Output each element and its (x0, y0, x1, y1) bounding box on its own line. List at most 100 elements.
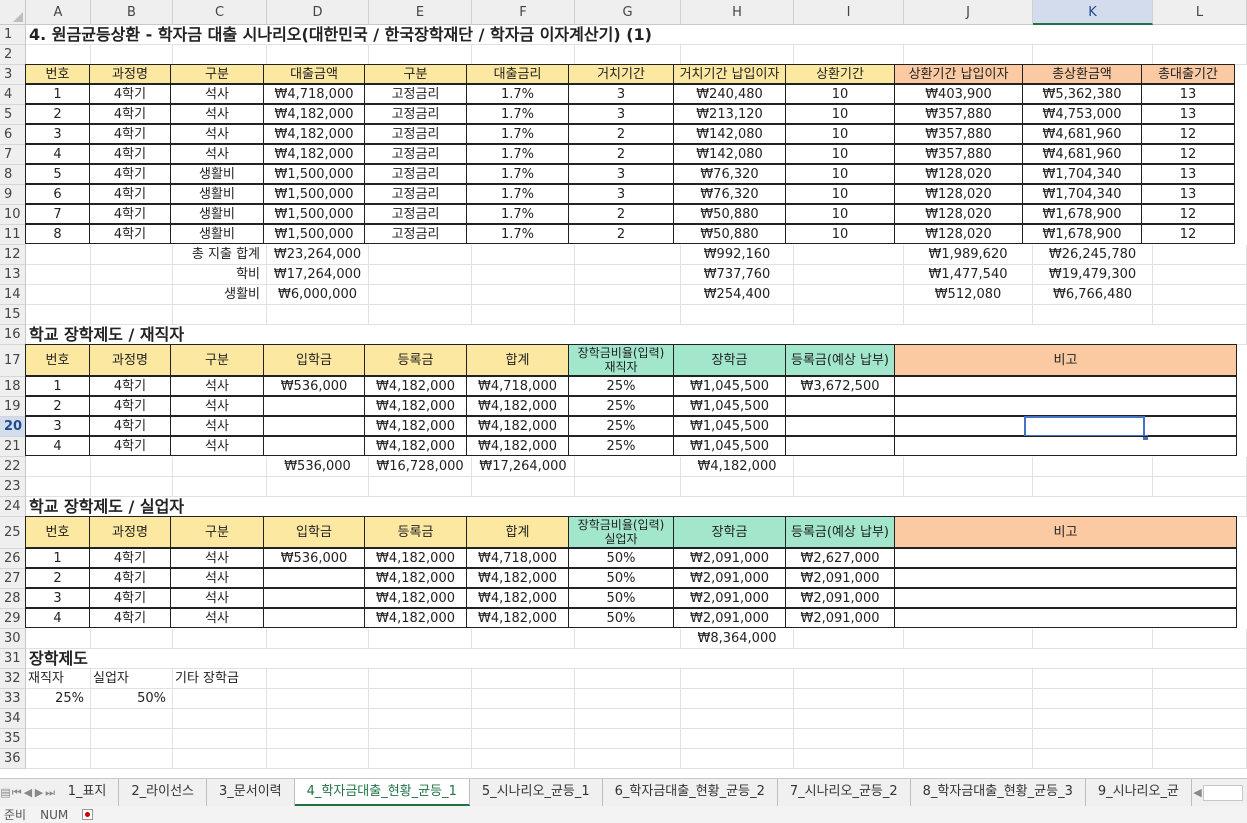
loan-cell-b[interactable]: 4학기 (89, 204, 171, 224)
loan-cell-c[interactable]: 석사 (170, 104, 264, 124)
row-header-8[interactable]: 8 (0, 165, 26, 185)
cell-i[interactable] (794, 669, 904, 689)
loan-cell-f[interactable]: 1.7% (466, 124, 569, 144)
cell-c[interactable] (173, 709, 267, 729)
cell-d[interactable] (267, 729, 369, 749)
cell-j[interactable] (904, 45, 1033, 65)
scholarship-cell-f[interactable]: ₩4,718,000 (466, 376, 569, 396)
loan-cell-a[interactable]: 6 (25, 184, 90, 204)
scholarship-cell-b[interactable]: 4학기 (89, 548, 171, 568)
scholarship-cell-d[interactable] (263, 396, 365, 416)
cell-k[interactable] (1033, 477, 1153, 497)
sheet-tab[interactable]: 1_표지 (56, 779, 120, 806)
scholarship-cell-a[interactable]: 3 (25, 588, 90, 608)
row-header-9[interactable]: 9 (0, 185, 26, 205)
cell-b[interactable] (91, 629, 173, 649)
scholarship-cell-c[interactable]: 석사 (170, 436, 264, 456)
scholarship-cell-h[interactable]: ₩2,091,000 (673, 588, 786, 608)
macro-record-icon[interactable] (82, 809, 94, 820)
loan-cell-i[interactable]: 10 (785, 184, 895, 204)
cell-d[interactable] (267, 305, 369, 325)
remarks-cell[interactable] (894, 436, 1237, 456)
scholarship-header-e[interactable]: 등록금 (364, 344, 467, 376)
cell-f[interactable] (472, 629, 575, 649)
expected-tuition-header[interactable]: 등록금(예상 납부) (785, 516, 895, 548)
summary-total[interactable]: ₩6,766,480 (1033, 285, 1153, 305)
unemployed-section-title[interactable]: 학교 장학제도 / 실업자 (26, 497, 1247, 517)
cell-a[interactable] (26, 457, 91, 477)
loan-cell-g[interactable]: 3 (568, 184, 674, 204)
unemployed-label[interactable]: 실업자 (91, 669, 173, 689)
loan-cell-l[interactable]: 12 (1141, 224, 1235, 244)
loan-header-f[interactable]: 대출금리 (466, 64, 569, 84)
loan-cell-e[interactable]: 고정금리 (364, 84, 467, 104)
cell-a[interactable] (26, 709, 91, 729)
summary-label[interactable]: 총 지출 합계 (173, 245, 267, 265)
employed-rate[interactable]: 25% (26, 689, 91, 709)
row-header-29[interactable]: 29 (0, 609, 26, 629)
scholarship-cell-b[interactable]: 4학기 (89, 436, 171, 456)
column-header-k[interactable]: K (1033, 0, 1153, 25)
cell-a[interactable] (26, 45, 91, 65)
cell-k[interactable] (1033, 749, 1153, 769)
scholarship-header-d[interactable]: 입학금 (263, 344, 365, 376)
sheet-tab[interactable]: 4_학자금대출_현황_균등_1 (294, 779, 470, 806)
remarks-header[interactable]: 비고 (894, 344, 1237, 376)
scholarship-cell-h[interactable]: ₩2,091,000 (673, 568, 786, 588)
cell-l[interactable] (1153, 689, 1247, 709)
loan-cell-l[interactable]: 13 (1141, 104, 1235, 124)
scholarship-cell-h[interactable]: ₩1,045,500 (673, 376, 786, 396)
remarks-cell[interactable] (894, 548, 1237, 568)
scholarship-header-d[interactable]: 입학금 (263, 516, 365, 548)
row-header-3[interactable]: 3 (0, 65, 26, 85)
scholarship-section-title[interactable]: 장학제도 (26, 649, 1247, 669)
scholarship-cell-a[interactable]: 1 (25, 548, 90, 568)
scholarship-cell-i[interactable] (785, 436, 895, 456)
scholarship-cell-e[interactable]: ₩4,182,000 (364, 568, 467, 588)
cell-j[interactable] (904, 749, 1033, 769)
loan-cell-c[interactable]: 생활비 (170, 224, 264, 244)
cell-j[interactable] (904, 629, 1033, 649)
loan-cell-a[interactable]: 8 (25, 224, 90, 244)
loan-cell-g[interactable]: 2 (568, 224, 674, 244)
scholarship-cell-i[interactable]: ₩2,091,000 (785, 588, 895, 608)
scholarship-header-b[interactable]: 과정명 (89, 516, 171, 548)
cell-c[interactable] (173, 457, 267, 477)
remarks-header[interactable]: 비고 (894, 516, 1237, 548)
loan-cell-j[interactable]: ₩403,900 (894, 84, 1023, 104)
cell-a[interactable] (26, 749, 91, 769)
cell-d[interactable] (267, 689, 369, 709)
cell-a[interactable] (26, 477, 91, 497)
summary-repay-interest[interactable]: ₩1,477,540 (904, 265, 1033, 285)
last-sheet-icon[interactable]: ⏭ (45, 786, 56, 800)
cell-k[interactable] (1033, 669, 1153, 689)
cell-i[interactable] (794, 709, 904, 729)
scholarship-cell-h[interactable]: ₩1,045,500 (673, 396, 786, 416)
scholarship-cell-f[interactable]: ₩4,182,000 (466, 568, 569, 588)
scholarship-cell-h[interactable]: ₩1,045,500 (673, 436, 786, 456)
scholarship-header-b[interactable]: 과정명 (89, 344, 171, 376)
sheet-tab[interactable]: 2_라이선스 (119, 779, 208, 806)
loan-cell-h[interactable]: ₩142,080 (673, 144, 786, 164)
column-header-j[interactable]: J (904, 0, 1033, 25)
loan-cell-d[interactable]: ₩1,500,000 (263, 204, 365, 224)
scholarship-cell-b[interactable]: 4학기 (89, 396, 171, 416)
scholarship-cell-e[interactable]: ₩4,182,000 (364, 436, 467, 456)
cell-g[interactable] (575, 629, 681, 649)
column-header-d[interactable]: D (267, 0, 369, 25)
cell-l[interactable] (1153, 265, 1247, 285)
cell-b[interactable] (91, 265, 173, 285)
loan-cell-b[interactable]: 4학기 (89, 224, 171, 244)
loan-cell-a[interactable]: 3 (25, 124, 90, 144)
summary-label[interactable]: 생활비 (173, 285, 267, 305)
remarks-cell[interactable] (894, 376, 1237, 396)
scholarship-cell-h[interactable]: ₩1,045,500 (673, 416, 786, 436)
row-header-26[interactable]: 26 (0, 549, 26, 569)
loan-cell-e[interactable]: 고정금리 (364, 164, 467, 184)
employed-label[interactable]: 재직자 (26, 669, 91, 689)
scholarship-cell-b[interactable]: 4학기 (89, 376, 171, 396)
row-header-31[interactable]: 31 (0, 649, 26, 669)
summary-amount[interactable]: ₩6,000,000 (267, 285, 369, 305)
row-header-18[interactable]: 18 (0, 377, 26, 397)
row-header-34[interactable]: 34 (0, 709, 26, 729)
